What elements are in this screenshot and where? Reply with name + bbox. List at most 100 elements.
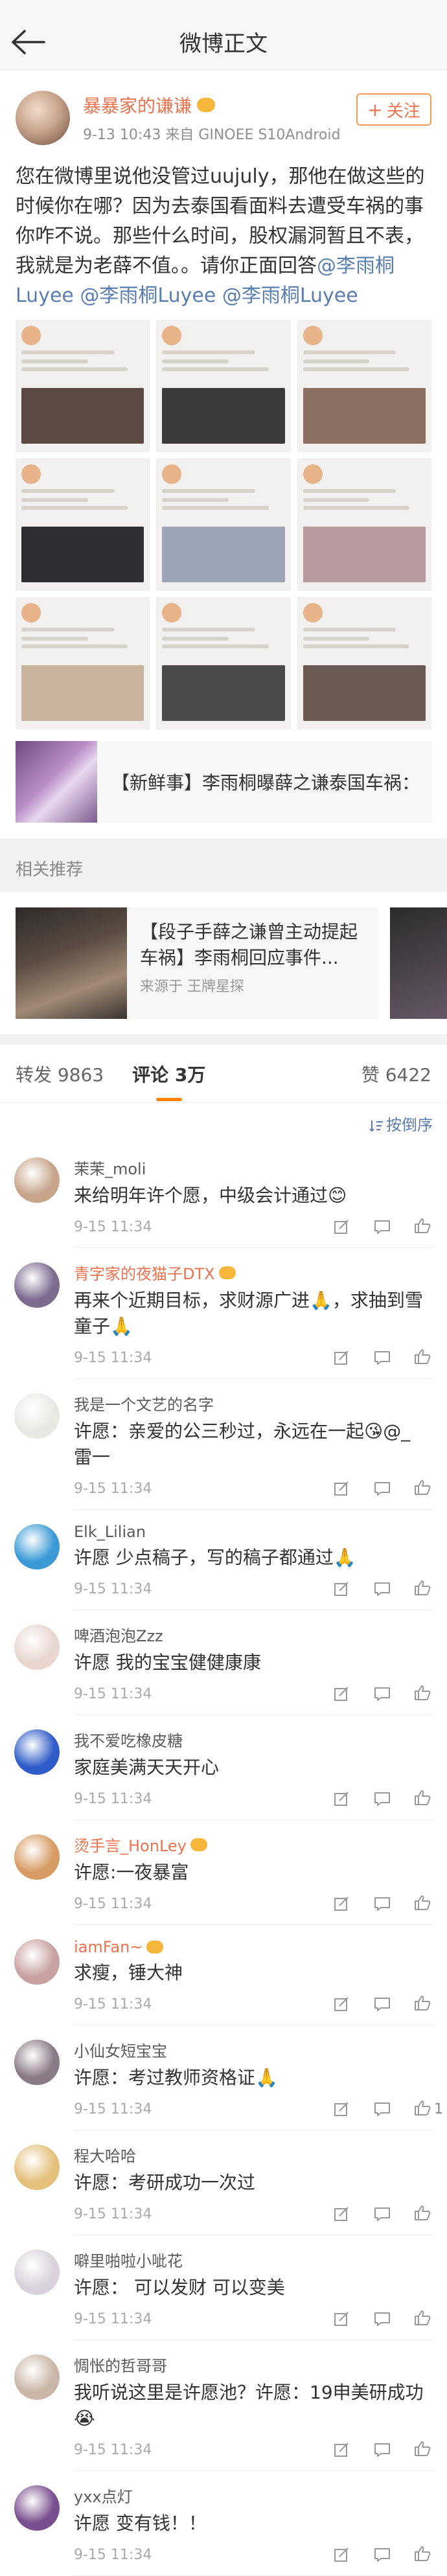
- like-button[interactable]: [413, 2440, 433, 2459]
- post-image[interactable]: [297, 320, 431, 452]
- post-image[interactable]: [156, 320, 291, 452]
- commenter-name[interactable]: 青字家的夜猫子DTX: [74, 1261, 433, 1284]
- like-button[interactable]: [413, 1217, 433, 1237]
- comment-item[interactable]: 小仙女短宝宝 许愿：考过教师资格证🙏 9-15 11:34 1: [0, 2025, 447, 2130]
- comment-item[interactable]: iamFan~ 求瘦，锤大神 9-15 11:34: [0, 1925, 447, 2025]
- tab-reposts[interactable]: 转发 9863: [16, 1061, 104, 1087]
- reply-icon[interactable]: [333, 1684, 352, 1704]
- comment-icon[interactable]: [373, 1479, 393, 1498]
- post-image[interactable]: [297, 597, 431, 729]
- commenter-name[interactable]: 茉茉_moli: [74, 1156, 433, 1179]
- comment-item[interactable]: 程大哈哈 许愿：考研成功一次过 9-15 11:34: [0, 2130, 447, 2235]
- reply-icon[interactable]: [333, 1894, 352, 1913]
- commenter-avatar[interactable]: [14, 1524, 60, 1569]
- commenter-avatar[interactable]: [14, 1729, 60, 1775]
- commenter-name[interactable]: Elk_Lilian: [74, 1523, 433, 1541]
- reply-icon[interactable]: [333, 1479, 352, 1498]
- link-card[interactable]: 【新鲜事】李雨桐曝薛之谦泰国车祸：: [16, 741, 431, 823]
- commenter-name[interactable]: iamFan~: [74, 1938, 433, 1956]
- post-image[interactable]: [156, 459, 291, 591]
- comment-item[interactable]: 啤酒泡泡Zzz 许愿 我的宝宝健健康康 9-15 11:34: [0, 1610, 447, 1715]
- reply-icon[interactable]: [333, 1348, 352, 1367]
- comment-icon[interactable]: [373, 2440, 393, 2459]
- comment-icon[interactable]: [373, 2545, 393, 2564]
- comment-icon[interactable]: [373, 1994, 393, 2014]
- like-button[interactable]: 1: [413, 2099, 443, 2119]
- commenter-name[interactable]: yxx点灯: [74, 2484, 433, 2507]
- like-button[interactable]: [413, 1579, 433, 1599]
- commenter-avatar[interactable]: [14, 2250, 60, 2295]
- like-button[interactable]: [413, 1348, 433, 1367]
- commenter-avatar[interactable]: [14, 2040, 60, 2085]
- like-button[interactable]: [413, 1894, 433, 1913]
- commenter-avatar[interactable]: [14, 1624, 60, 1670]
- commenter-avatar[interactable]: [14, 1393, 60, 1439]
- commenter-name[interactable]: 啤酒泡泡Zzz: [74, 1623, 433, 1646]
- like-button[interactable]: [413, 2545, 433, 2564]
- commenter-avatar[interactable]: [14, 1939, 60, 1985]
- commenter-avatar[interactable]: [14, 2485, 60, 2531]
- like-button[interactable]: [413, 2204, 433, 2224]
- commenter-name[interactable]: 烫手言_HonLey: [74, 1833, 433, 1856]
- comment-item[interactable]: 茉茉_moli 来给明年许个愿，中级会计通过😊 9-15 11:34: [0, 1143, 447, 1248]
- comment-icon[interactable]: [373, 1217, 393, 1237]
- comment-icon[interactable]: [373, 2204, 393, 2224]
- sort-button[interactable]: 按倒序: [369, 1112, 433, 1135]
- reply-icon[interactable]: [333, 2545, 352, 2564]
- commenter-avatar[interactable]: [14, 1157, 60, 1203]
- comment-icon[interactable]: [373, 1684, 393, 1704]
- commenter-name[interactable]: 噼里啪啦小呲花: [74, 2248, 433, 2271]
- reply-icon[interactable]: [333, 2204, 352, 2224]
- commenter-name[interactable]: 我是一个文艺的名字: [74, 1392, 433, 1415]
- post-image[interactable]: [156, 597, 291, 729]
- author-avatar[interactable]: [16, 91, 70, 145]
- follow-button[interactable]: + 关注: [356, 93, 431, 126]
- related-card[interactable]: 【段子手薛之谦曾主动提起车祸】李雨桐回应事件... 来源于 王牌星探: [16, 907, 378, 1019]
- comment-icon[interactable]: [373, 1894, 393, 1913]
- mention-link[interactable]: @李雨桐Luyee: [222, 284, 358, 307]
- post-image[interactable]: [16, 459, 150, 591]
- reply-icon[interactable]: [333, 1217, 352, 1237]
- comment-icon[interactable]: [373, 1789, 393, 1808]
- comment-icon[interactable]: [373, 2309, 393, 2329]
- post-image[interactable]: [297, 459, 431, 591]
- tab-comments[interactable]: 评论 3万: [132, 1061, 205, 1087]
- reply-icon[interactable]: [333, 1994, 352, 2014]
- commenter-name[interactable]: 小仙女短宝宝: [74, 2038, 433, 2061]
- commenter-name[interactable]: 惆怅的哲哥哥: [74, 2353, 433, 2376]
- reply-icon[interactable]: [333, 2440, 352, 2459]
- commenter-avatar[interactable]: [14, 2354, 60, 2400]
- like-button[interactable]: [413, 2309, 433, 2329]
- comment-icon[interactable]: [373, 2099, 393, 2119]
- post-image[interactable]: [16, 320, 150, 452]
- comment-item[interactable]: 惆怅的哲哥哥 我听说这里是许愿池？许愿：19申美研成功😭 9-15 11:34: [0, 2340, 447, 2471]
- reply-icon[interactable]: [333, 1789, 352, 1808]
- like-button[interactable]: [413, 1479, 433, 1498]
- comment-item[interactable]: 青字家的夜猫子DTX 再来个近期目标，求财源广进🙏，求抽到雪童子🙏 9-15 11:…: [0, 1248, 447, 1379]
- reply-icon[interactable]: [333, 2309, 352, 2329]
- author-name[interactable]: 暴暴家的谦谦: [83, 92, 192, 118]
- tab-likes[interactable]: 赞 6422: [361, 1061, 431, 1087]
- comment-item[interactable]: Elk_Lilian 许愿 少点稿子，写的稿子都通过🙏 9-15 11:34: [0, 1510, 447, 1610]
- comment-item[interactable]: yxx点灯 许愿 变有钱！！ 9-15 11:34: [0, 2471, 447, 2576]
- comment-icon[interactable]: [373, 1579, 393, 1599]
- commenter-avatar[interactable]: [14, 2145, 60, 2190]
- post-image[interactable]: [16, 597, 150, 729]
- back-button[interactable]: [9, 27, 48, 57]
- comment-icon[interactable]: [373, 1348, 393, 1367]
- like-button[interactable]: [413, 1684, 433, 1704]
- reply-icon[interactable]: [333, 1579, 352, 1599]
- comment-item[interactable]: 我是一个文艺的名字 许愿：亲爱的公三秒过，永远在一起😘@_雷一 9-15 11:34: [0, 1379, 447, 1510]
- commenter-avatar[interactable]: [14, 1834, 60, 1880]
- commenter-avatar[interactable]: [14, 1262, 60, 1308]
- commenter-name[interactable]: 我不爱吃橡皮糖: [74, 1728, 433, 1751]
- mention-link[interactable]: @李雨桐Luyee: [80, 284, 216, 307]
- commenter-name[interactable]: 程大哈哈: [74, 2143, 433, 2166]
- like-button[interactable]: [413, 1789, 433, 1808]
- comment-item[interactable]: 我不爱吃橡皮糖 家庭美满天天开心 9-15 11:34: [0, 1715, 447, 1820]
- related-card-partial[interactable]: [390, 907, 447, 1019]
- comment-item[interactable]: 烫手言_HonLey 许愿:一夜暴富 9-15 11:34: [0, 1820, 447, 1925]
- like-button[interactable]: [413, 1994, 433, 2014]
- reply-icon[interactable]: [333, 2099, 352, 2119]
- comment-item[interactable]: 噼里啪啦小呲花 许愿： 可以发财 可以变美 9-15 11:34: [0, 2235, 447, 2340]
